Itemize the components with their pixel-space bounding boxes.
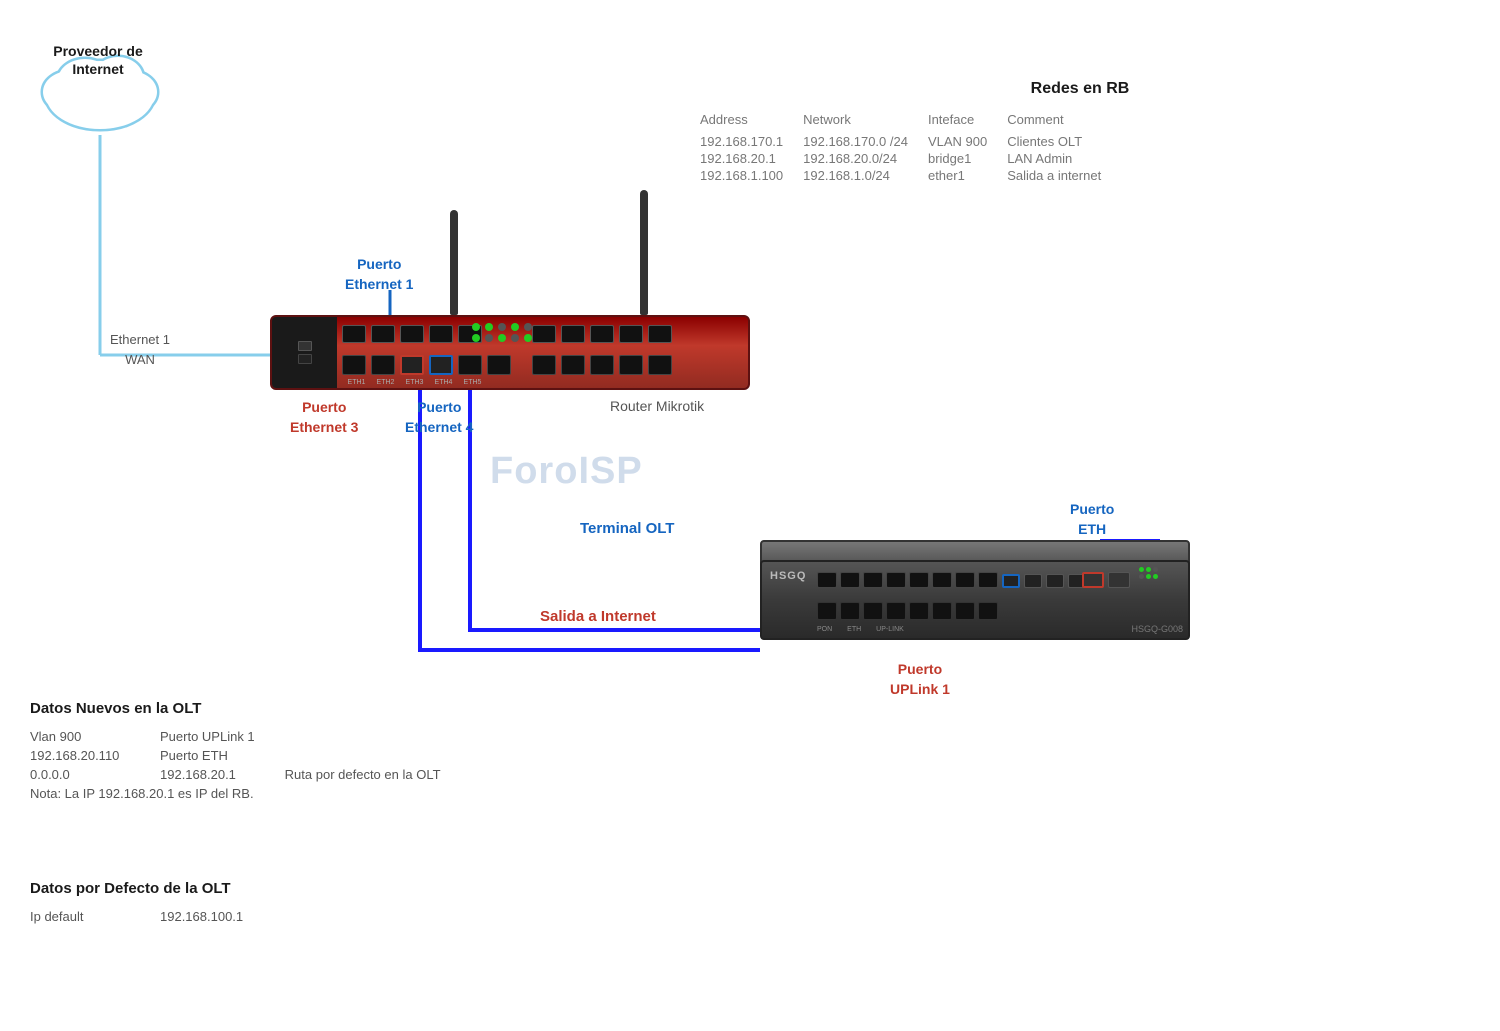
table-row: 192.168.1.100 192.168.1.0/24 ether1 Sali…	[700, 167, 1101, 184]
network-cell: 192.168.20.0/24	[803, 150, 928, 167]
diagram-container: Proveedor de Internet Ethernet 1 WAN	[0, 0, 1500, 1031]
comment-cell: LAN Admin	[1007, 150, 1101, 167]
datos-nuevos-title: Datos Nuevos en la OLT	[30, 700, 630, 717]
data-cell: Ip default	[30, 907, 160, 926]
table-row: 192.168.20.1 192.168.20.0/24 bridge1 LAN…	[700, 150, 1101, 167]
address-cell: 192.168.20.1	[700, 150, 803, 167]
puerto-eth-label: Puerto ETH	[1070, 500, 1114, 539]
cloud-label: Proveedor de Internet	[38, 42, 158, 78]
list-item: 192.168.20.110 Puerto ETH	[30, 746, 441, 765]
network-cell: 192.168.170.0 /24	[803, 133, 928, 150]
col-header-address: Address	[700, 110, 803, 133]
data-cell: 192.168.20.1	[160, 765, 285, 784]
salida-internet-label: Salida a Internet	[540, 608, 656, 625]
puerto-eth3-label: Puerto Ethernet 3	[290, 398, 358, 437]
col-header-network: Network	[803, 110, 928, 133]
data-cell	[285, 746, 441, 765]
olt-model-label: HSGQ-G008	[1131, 624, 1183, 634]
list-item: Ip default 192.168.100.1	[30, 907, 243, 926]
terminal-olt-label: Terminal OLT	[580, 520, 674, 537]
datos-defecto-section: Datos por Defecto de la OLT Ip default 1…	[30, 880, 430, 926]
col-header-interface: Inteface	[928, 110, 1007, 133]
olt-brand-label: HSGQ	[770, 570, 806, 582]
address-cell: 192.168.1.100	[700, 167, 803, 184]
router-mikrotik-label: Router Mikrotik	[610, 398, 704, 414]
comment-cell: Salida a internet	[1007, 167, 1101, 184]
router-body: ETH1 ETH2 ETH3 ETH4 ETH5	[270, 315, 750, 390]
data-cell: 0.0.0.0	[30, 765, 160, 784]
data-cell: Vlan 900	[30, 727, 160, 746]
col-header-comment: Comment	[1007, 110, 1101, 133]
data-cell: Puerto UPLink 1	[160, 727, 285, 746]
puerto-eth1-label: Puerto Ethernet 1	[345, 255, 413, 294]
data-cell: 192.168.20.110	[30, 746, 160, 765]
interface-cell: bridge1	[928, 150, 1007, 167]
list-item: Nota: La IP 192.168.20.1 es IP del RB.	[30, 784, 441, 803]
ethernet-wan-label: Ethernet 1 WAN	[110, 330, 170, 369]
antenna-left	[450, 210, 458, 315]
datos-defecto-title: Datos por Defecto de la OLT	[30, 880, 430, 897]
data-cell	[285, 727, 441, 746]
antenna-right	[640, 190, 648, 315]
datos-nuevos-section: Datos Nuevos en la OLT Vlan 900 Puerto U…	[30, 700, 630, 803]
puerto-uplink1-label: Puerto UPLink 1	[890, 660, 950, 699]
data-cell: Puerto ETH	[160, 746, 285, 765]
data-cell: 192.168.100.1	[160, 907, 243, 926]
redes-rb-title: Redes en RB	[680, 80, 1480, 98]
redes-rb-section: Redes en RB Address Network Inteface Com…	[680, 80, 1480, 184]
puerto-eth4-label: Puerto Ethernet 4	[405, 398, 473, 437]
data-cell: Nota: La IP 192.168.20.1 es IP del RB.	[30, 784, 441, 803]
watermark: ForoISP	[490, 450, 643, 493]
comment-cell: Clientes OLT	[1007, 133, 1101, 150]
data-cell: Ruta por defecto en la OLT	[285, 765, 441, 784]
network-cell: 192.168.1.0/24	[803, 167, 928, 184]
interface-cell: VLAN 900	[928, 133, 1007, 150]
address-cell: 192.168.170.1	[700, 133, 803, 150]
olt-body: HSGQ	[760, 560, 1190, 640]
list-item: Vlan 900 Puerto UPLink 1	[30, 727, 441, 746]
table-row: 192.168.170.1 192.168.170.0 /24 VLAN 900…	[700, 133, 1101, 150]
interface-cell: ether1	[928, 167, 1007, 184]
list-item: 0.0.0.0 192.168.20.1 Ruta por defecto en…	[30, 765, 441, 784]
